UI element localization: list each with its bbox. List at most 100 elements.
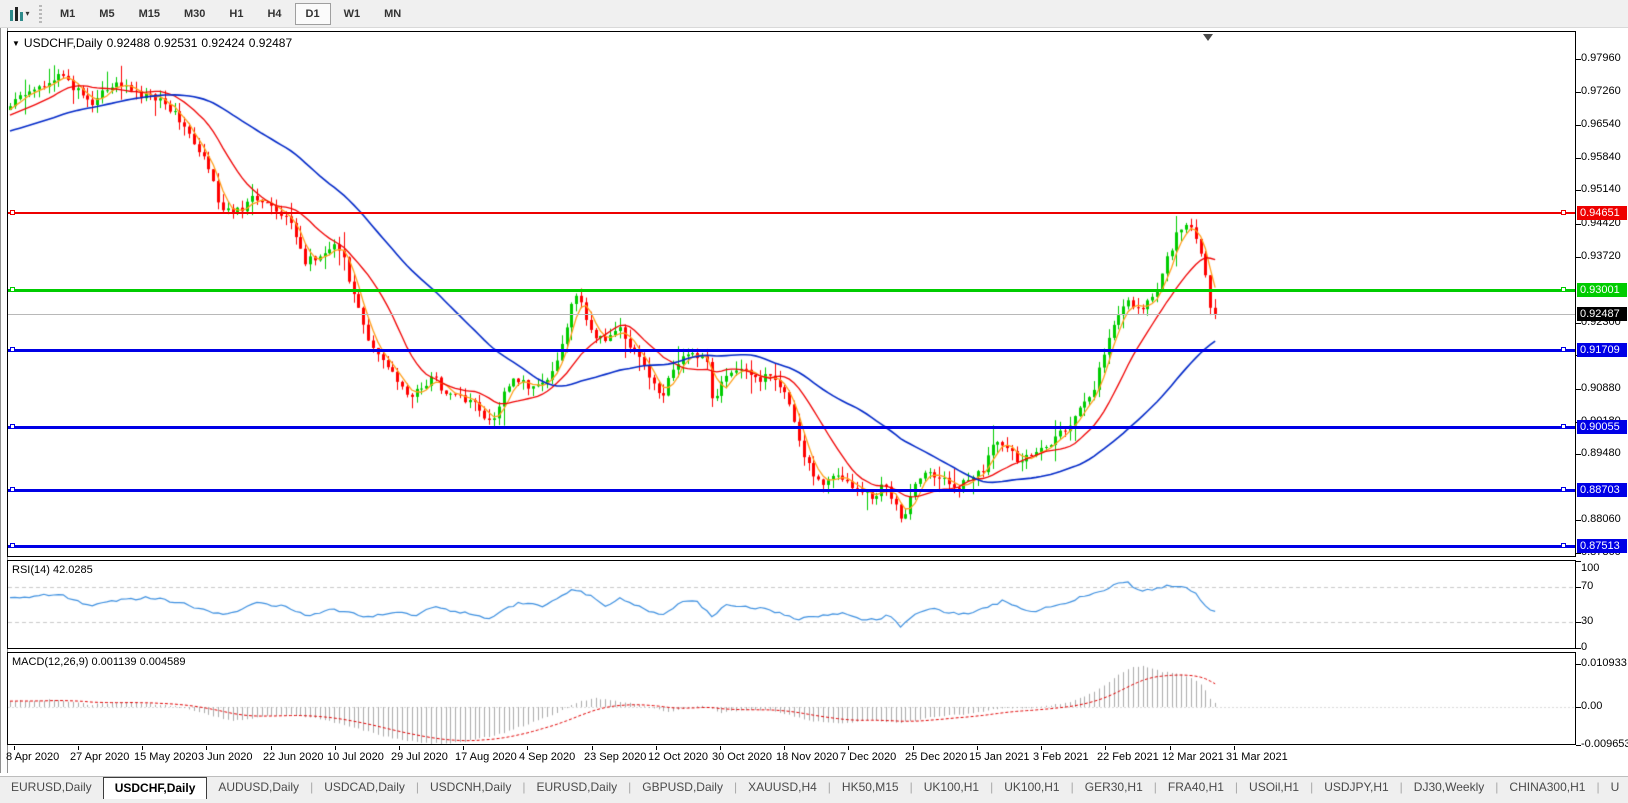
date-tick-mark — [784, 746, 785, 750]
symbol-tab-xauusd-h4[interactable]: XAUUSD,H4 — [737, 777, 828, 797]
level-handle-left[interactable] — [10, 287, 15, 292]
symbol-tab-dj30-weekly[interactable]: DJ30,Weekly — [1403, 777, 1495, 797]
horizontal-level-line[interactable] — [8, 489, 1575, 492]
level-handle-right[interactable] — [1561, 543, 1566, 548]
horizontal-level-line[interactable] — [8, 426, 1575, 429]
date-label: 27 Apr 2020 — [70, 751, 130, 763]
date-tick-mark — [206, 746, 207, 750]
chart-menu-caret-icon[interactable]: ▼ — [12, 39, 20, 48]
ohlc-high: 0.92531 — [154, 36, 198, 50]
date-tick-mark — [527, 746, 528, 750]
date-tick-mark — [1234, 746, 1235, 750]
price-tick-label: 0.89480 — [1581, 447, 1621, 459]
price-tick-label: 0.97960 — [1581, 52, 1621, 64]
toolbar-grip[interactable] — [39, 4, 42, 23]
level-handle-left[interactable] — [10, 543, 15, 548]
price-level-badge: 0.88703 — [1577, 483, 1627, 497]
chart-header: ▼ USDCHF,Daily 0.92488 0.92531 0.92424 0.9248… — [12, 36, 296, 50]
date-tick-mark — [913, 746, 914, 750]
symbol-tab-u[interactable]: U — [1600, 777, 1628, 797]
price-level-badge: 0.94651 — [1577, 206, 1627, 220]
symbol-tab-eurusd-daily[interactable]: EURUSD,Daily — [0, 777, 103, 797]
level-handle-left[interactable] — [10, 424, 15, 429]
date-label: 30 Oct 2020 — [712, 751, 772, 763]
symbol-tab-china300-h1[interactable]: CHINA300,H1 — [1498, 777, 1596, 797]
symbol-tab-hk50-m15[interactable]: HK50,M15 — [831, 777, 910, 797]
date-tick-mark — [78, 746, 79, 750]
rsi-label: RSI(14) 42.0285 — [12, 564, 93, 576]
date-tick-mark — [1170, 746, 1171, 750]
price-level-badge: 0.91709 — [1577, 343, 1627, 357]
timeframe-button-mn[interactable]: MN — [373, 3, 412, 25]
timeframes-toolbar: ▾ M1 M5 M15 M30 H1 H4 D1 W1 MN — [0, 0, 1628, 28]
level-handle-left[interactable] — [10, 347, 15, 352]
symbol-tab-audusd-daily[interactable]: AUDUSD,Daily — [207, 777, 310, 797]
level-handle-left[interactable] — [10, 487, 15, 492]
symbol-tab-usdcad-daily[interactable]: USDCAD,Daily — [313, 777, 416, 797]
ohlc-close: 0.92487 — [248, 36, 293, 50]
timeframe-button-m15[interactable]: M15 — [128, 3, 171, 25]
macd-tick-label: 0.00 — [1581, 700, 1603, 712]
rsi-tick-label: 0 — [1581, 641, 1588, 653]
timeframe-button-h4[interactable]: H4 — [256, 3, 292, 25]
level-handle-right[interactable] — [1561, 287, 1566, 292]
date-tick-mark — [592, 746, 593, 750]
ohlc-low: 0.92424 — [201, 36, 245, 50]
main-chart-canvas[interactable] — [8, 32, 1574, 555]
price-tick-label: 0.97260 — [1581, 85, 1621, 97]
timeframe-button-m30[interactable]: M30 — [173, 3, 216, 25]
horizontal-level-line[interactable] — [8, 545, 1575, 548]
date-label: 15 May 2020 — [134, 751, 198, 763]
macd-label: MACD(12,26,9) 0.001139 0.004589 — [12, 656, 186, 668]
symbol-tab-uk100-h1[interactable]: UK100,H1 — [993, 777, 1070, 797]
timeframe-button-m5[interactable]: M5 — [88, 3, 125, 25]
macd-canvas[interactable] — [8, 653, 1574, 744]
price-level-badge: 0.90055 — [1577, 420, 1627, 434]
level-handle-left[interactable] — [10, 210, 15, 215]
date-label: 23 Sep 2020 — [584, 751, 647, 763]
date-tick-mark — [656, 746, 657, 750]
symbol-tab-fra40-h1[interactable]: FRA40,H1 — [1157, 777, 1235, 797]
symbol-tab-usdcnh-daily[interactable]: USDCNH,Daily — [419, 777, 522, 797]
level-handle-right[interactable] — [1561, 424, 1566, 429]
date-tick-mark — [142, 746, 143, 750]
rsi-tick-label: 100 — [1581, 562, 1600, 574]
symbol-tab-ger30-h1[interactable]: GER30,H1 — [1074, 777, 1154, 797]
symbol-tab-eurusd-daily[interactable]: EURUSD,Daily — [525, 777, 628, 797]
date-tick-mark — [271, 746, 272, 750]
symbol-tab-usdjpy-h1[interactable]: USDJPY,H1 — [1313, 777, 1399, 797]
date-label: 15 Jan 2021 — [969, 751, 1030, 763]
rsi-canvas[interactable] — [8, 561, 1574, 648]
chart-type-dropdown-icon[interactable]: ▾ — [25, 9, 29, 18]
symbol-tab-gbpusd-daily[interactable]: GBPUSD,Daily — [631, 777, 734, 797]
date-label: 10 Jul 2020 — [327, 751, 384, 763]
timeframe-button-w1[interactable]: W1 — [333, 3, 372, 25]
date-label: 22 Jun 2020 — [263, 751, 324, 763]
symbol-tab-usdchf-daily[interactable]: USDCHF,Daily — [102, 777, 208, 799]
timeframe-button-m1[interactable]: M1 — [49, 3, 86, 25]
timeframe-button-h1[interactable]: H1 — [218, 3, 254, 25]
date-label: 31 Mar 2021 — [1226, 751, 1288, 763]
chart-shift-marker[interactable] — [1203, 34, 1213, 41]
chart-type-button[interactable]: ▾ — [3, 3, 37, 25]
timeframe-button-d1[interactable]: D1 — [294, 2, 331, 25]
symbol-tabs: EURUSD,Daily USDCHF,Daily AUDUSD,Daily | USD… — [0, 777, 1628, 799]
date-tick-mark — [14, 746, 15, 750]
price-tick-label: 0.96540 — [1581, 118, 1621, 130]
date-tick-mark — [720, 746, 721, 750]
date-label: 17 Aug 2020 — [455, 751, 517, 763]
level-handle-right[interactable] — [1561, 487, 1566, 492]
horizontal-level-line[interactable] — [8, 289, 1575, 292]
date-label: 4 Sep 2020 — [519, 751, 576, 763]
level-handle-right[interactable] — [1561, 347, 1566, 352]
date-label: 18 Nov 2020 — [776, 751, 839, 763]
horizontal-level-line[interactable] — [8, 212, 1575, 214]
symbol-tab-usoil-h1[interactable]: USOil,H1 — [1238, 777, 1310, 797]
candlestick-chart-icon — [10, 6, 24, 21]
price-level-badge: 0.93001 — [1577, 283, 1627, 297]
date-label: 12 Mar 2021 — [1162, 751, 1224, 763]
current-price-badge: 0.92487 — [1577, 307, 1627, 321]
symbol-tab-uk100-h1[interactable]: UK100,H1 — [913, 777, 990, 797]
horizontal-level-line[interactable] — [8, 349, 1575, 352]
level-handle-right[interactable] — [1561, 210, 1566, 215]
